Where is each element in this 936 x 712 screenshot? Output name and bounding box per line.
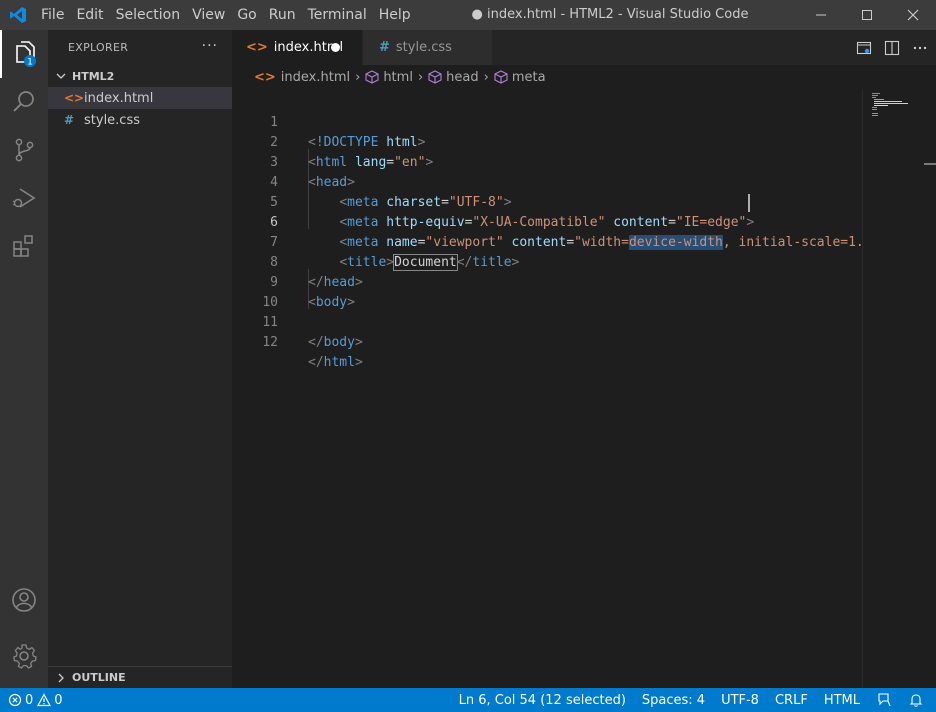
code-line: 8 </head> (232, 233, 862, 290)
folder-name: HTML2 (72, 69, 115, 83)
menu-help[interactable]: Help (373, 0, 417, 30)
editor-actions (844, 30, 936, 65)
menu-view[interactable]: View (186, 0, 231, 30)
extensions-icon[interactable] (0, 222, 48, 270)
menu-terminal[interactable]: Terminal (302, 0, 373, 30)
encoding[interactable]: UTF-8 (721, 693, 759, 708)
chevron-right-icon: › (355, 69, 361, 85)
source-control-icon[interactable] (0, 126, 48, 174)
css-file-icon: # (379, 40, 390, 55)
file-item-index-html[interactable]: <> index.html (48, 87, 232, 109)
code-line: 2 <html lang="en"> (232, 113, 862, 170)
chevron-down-icon (56, 73, 66, 79)
run-debug-icon[interactable] (0, 174, 48, 222)
end-of-line[interactable]: CRLF (775, 693, 808, 708)
breadcrumb-html[interactable]: html (365, 70, 413, 85)
menu-edit[interactable]: Edit (70, 0, 109, 30)
accounts-icon[interactable] (0, 576, 48, 624)
search-icon[interactable] (0, 78, 48, 126)
breadcrumb-meta[interactable]: meta (494, 70, 546, 85)
activity-bar: 1 (0, 30, 48, 688)
more-actions-button[interactable]: ··· (202, 38, 218, 54)
warning-count: 0 (54, 692, 63, 708)
tab-style-css[interactable]: # style.css (362, 30, 492, 65)
breadcrumb-head[interactable]: head (428, 70, 479, 85)
code-line: 12 </html> (232, 313, 862, 370)
symbol-cube-icon (428, 70, 442, 84)
code-text: </html> (308, 355, 363, 370)
maximize-button[interactable] (844, 0, 890, 30)
explorer-header: EXPLORER ··· (48, 30, 232, 65)
status-right-group: Ln 6, Col 54 (12 selected) Spaces: 4 UTF… (443, 688, 924, 712)
more-actions-icon[interactable] (912, 40, 928, 56)
close-button[interactable] (890, 0, 936, 30)
breadcrumb: <> index.html › html › head › meta (232, 65, 936, 89)
explorer-title: EXPLORER (68, 41, 129, 54)
explorer-badge: 1 (27, 58, 33, 68)
code-line: 4 <meta charset="UTF-8"> (232, 153, 862, 210)
window-title: ● index.html - HTML2 - Visual Studio Cod… (471, 7, 749, 22)
code-line: 3 <head> (232, 133, 862, 190)
chevron-right-icon: › (483, 69, 489, 85)
explorer-sidebar: EXPLORER ··· HTML2 <> index.html # style… (48, 30, 232, 688)
vertical-scrollbar[interactable] (922, 89, 936, 688)
open-preview-icon[interactable] (856, 40, 872, 56)
explorer-icon[interactable]: 1 (0, 30, 48, 78)
code-line: 6 <meta name="viewport" content="width=d… (232, 193, 862, 250)
settings-gear-icon[interactable] (0, 632, 48, 680)
code-line: 7 <title>Document</title> (232, 213, 862, 271)
folder-html2[interactable]: HTML2 (48, 65, 232, 87)
code-line: 11 </body> (232, 293, 862, 350)
outline-section[interactable]: OUTLINE (48, 666, 232, 688)
code-line: 9 <body> (232, 253, 862, 310)
error-count: 0 (25, 692, 34, 708)
html-file-icon: <> (246, 40, 268, 55)
chevron-right-icon: › (417, 69, 424, 85)
minimize-button[interactable] (798, 0, 844, 30)
title-bar: File Edit Selection View Go Run Terminal… (0, 0, 936, 30)
editor-tabs: <> index.html # style.css (232, 30, 936, 65)
code-line: 10 (262, 295, 278, 310)
unsaved-dot-icon[interactable] (331, 43, 340, 52)
indentation[interactable]: Spaces: 4 (642, 693, 705, 708)
html-file-icon: <> (64, 91, 85, 105)
tab-label: style.css (395, 40, 452, 55)
file-name: index.html (84, 90, 154, 106)
minimap[interactable] (862, 89, 922, 688)
symbol-cube-icon (365, 70, 379, 84)
menu-selection[interactable]: Selection (110, 0, 187, 30)
code-editor[interactable]: 1 <!DOCTYPE html> 2 <html lang="en"> 3 <… (232, 89, 862, 688)
vscode-logo-icon (0, 0, 35, 30)
notifications-bell-icon[interactable] (908, 692, 924, 708)
file-name: style.css (84, 112, 140, 128)
symbol-cube-icon (494, 70, 508, 84)
split-editor-icon[interactable] (884, 40, 900, 56)
text-cursor (748, 194, 750, 212)
code-line: 1 <!DOCTYPE html> (232, 93, 862, 150)
cursor-position[interactable]: Ln 6, Col 54 (12 selected) (459, 693, 626, 708)
problems-indicator[interactable]: 0 0 (8, 688, 63, 712)
tab-index-html[interactable]: <> index.html (232, 30, 362, 65)
menu-bar: File Edit Selection View Go Run Terminal… (35, 0, 417, 30)
language-mode[interactable]: HTML (824, 693, 860, 708)
code-line: 5 <meta http-equiv="X-UA-Compatible" con… (232, 173, 862, 230)
feedback-icon[interactable] (876, 692, 892, 708)
css-file-icon: # (64, 113, 75, 127)
menu-go[interactable]: Go (231, 0, 262, 30)
error-icon (8, 693, 22, 707)
code-text: </body> (308, 335, 363, 350)
menu-run[interactable]: Run (263, 0, 302, 30)
warning-icon (37, 693, 52, 707)
chevron-right-icon (58, 673, 64, 682)
file-item-style-css[interactable]: # style.css (48, 109, 232, 131)
status-bar: 0 0 Ln 6, Col 54 (12 selected) Spaces: 4… (0, 688, 936, 712)
scrollbar-thumb[interactable] (924, 163, 936, 165)
outline-title: OUTLINE (72, 671, 126, 684)
breadcrumb-file[interactable]: <> index.html (254, 70, 350, 85)
html-file-icon: <> (254, 69, 276, 85)
menu-file[interactable]: File (35, 0, 70, 30)
window-controls (798, 0, 936, 30)
